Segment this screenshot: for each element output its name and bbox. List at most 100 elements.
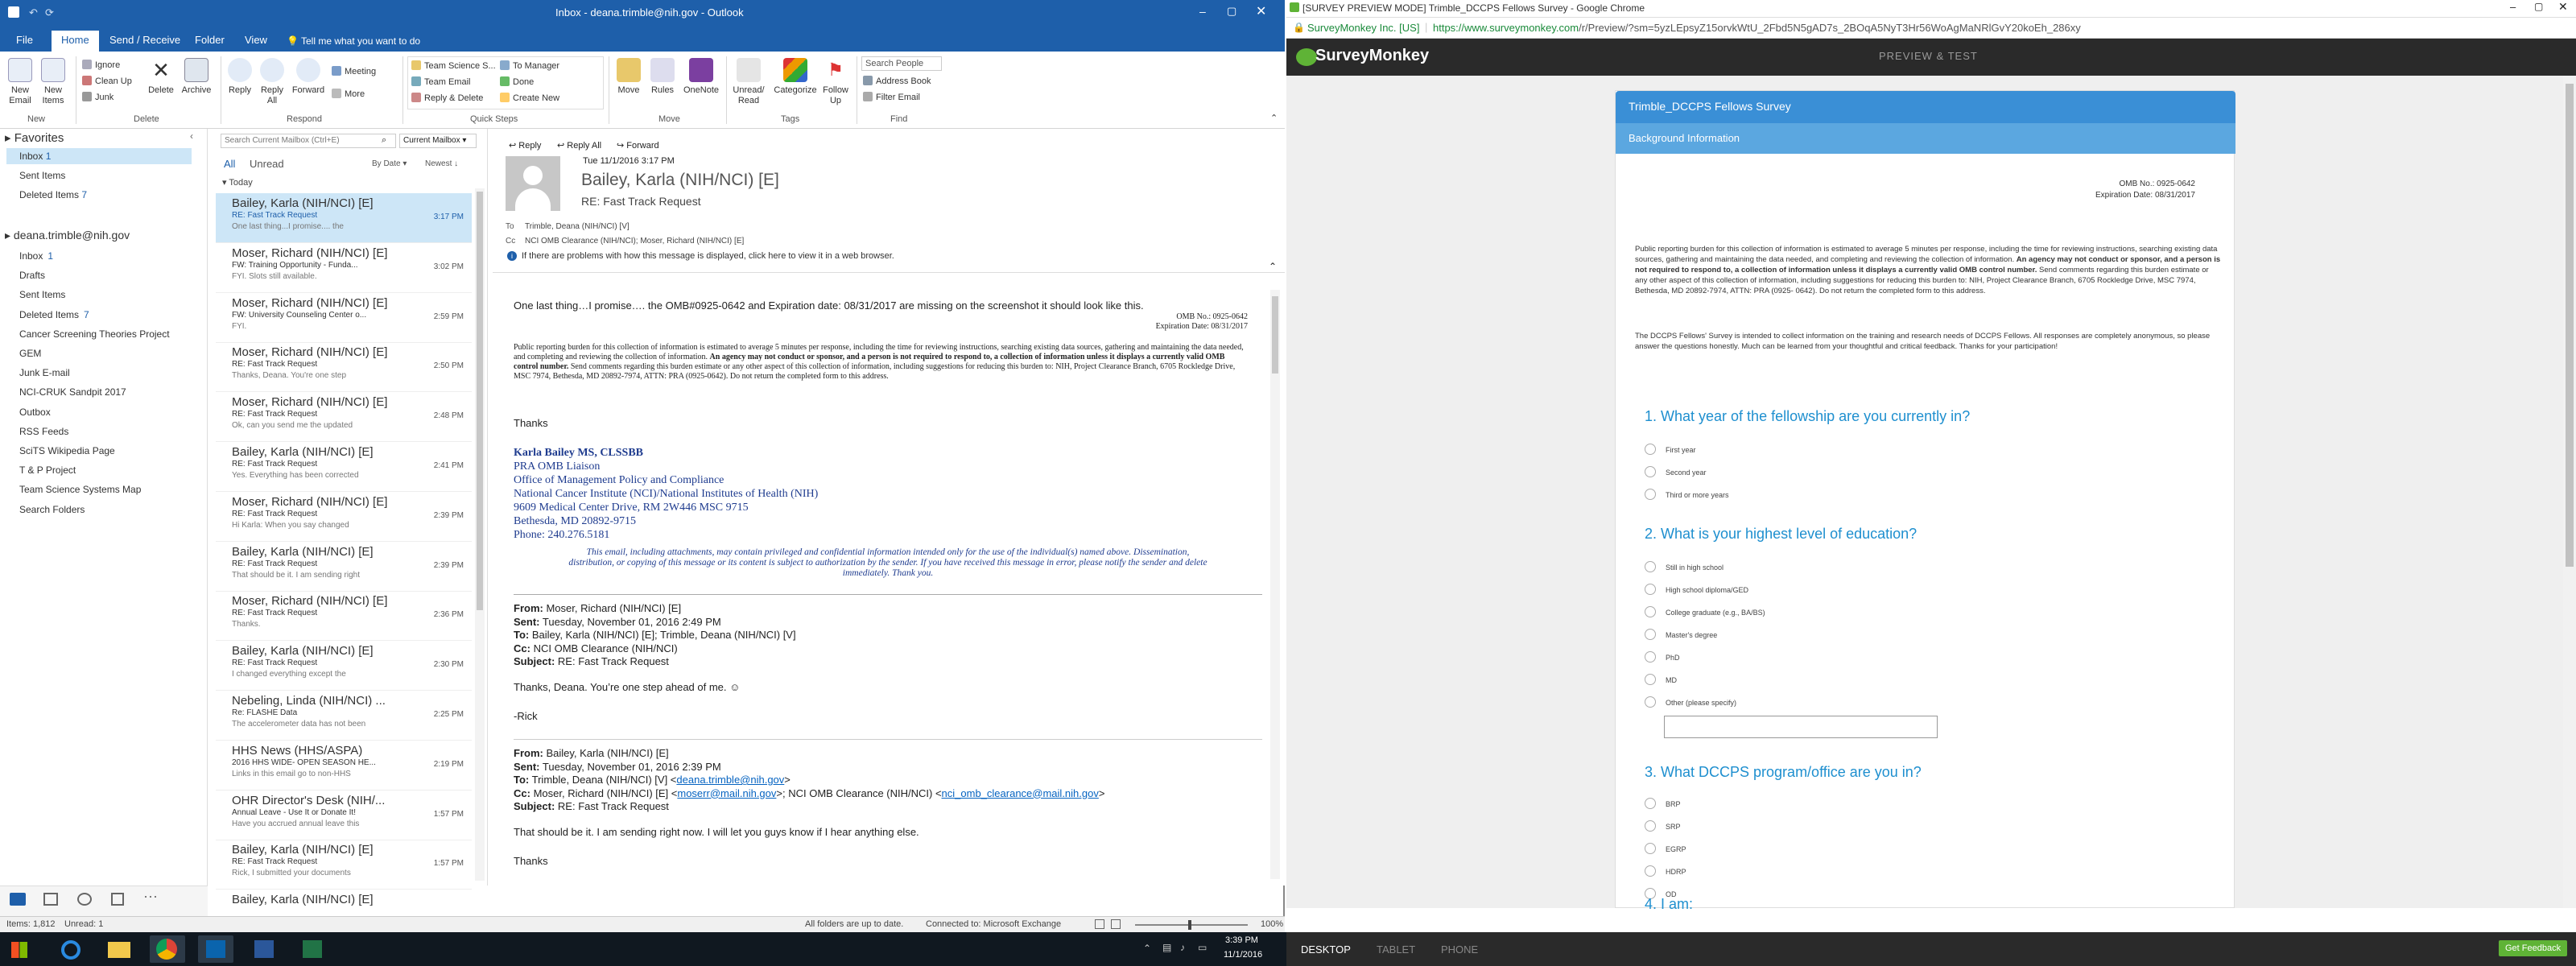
search-people-input[interactable]: Search People bbox=[861, 56, 942, 71]
clean-up-button[interactable]: Clean Up bbox=[82, 74, 132, 89]
tasks-icon[interactable] bbox=[111, 893, 124, 906]
link-deana-email[interactable]: deana.trimble@nih.gov bbox=[676, 774, 784, 786]
collapse-folder-pane-icon[interactable]: ‹ bbox=[190, 130, 193, 142]
survey-option[interactable]: Master's degree bbox=[1645, 629, 1717, 642]
taskbar-file-explorer-icon[interactable] bbox=[101, 935, 137, 963]
device-phone[interactable]: PHONE bbox=[1441, 943, 1478, 956]
favorite-deleted-items[interactable]: Deleted Items 7 bbox=[19, 187, 87, 203]
message-sender[interactable]: Bailey, Karla (NIH/NCI) [E] bbox=[581, 171, 779, 190]
taskbar-chrome-icon[interactable] bbox=[150, 935, 185, 963]
radio-button-icon[interactable] bbox=[1645, 584, 1656, 595]
message-item[interactable]: Moser, Richard (NIH/NCI) [E] FW: Universi… bbox=[216, 293, 472, 343]
reading-reply-button[interactable]: ↩ Reply bbox=[509, 140, 541, 151]
unread-read-button[interactable]: Unread/ Read bbox=[729, 58, 768, 106]
message-item[interactable]: Bailey, Karla (NIH/NCI) [E] RE: Fast Trac… bbox=[216, 840, 472, 890]
collapse-ribbon-icon[interactable]: ⌃ bbox=[1270, 113, 1278, 123]
more-respond-button[interactable]: More bbox=[332, 87, 365, 101]
reading-view-icon[interactable] bbox=[1111, 919, 1121, 929]
survey-option[interactable]: First year bbox=[1645, 444, 1696, 456]
message-item[interactable]: Moser, Richard (NIH/NCI) [E] FW: Training… bbox=[216, 243, 472, 293]
folder-item[interactable]: Inbox 1 bbox=[19, 248, 53, 264]
reply-all-button[interactable]: Reply All bbox=[256, 58, 288, 106]
radio-button-icon[interactable] bbox=[1645, 674, 1656, 685]
message-item[interactable]: Moser, Richard (NIH/NCI) [E] RE: Fast Tra… bbox=[216, 342, 472, 393]
message-item[interactable]: HHS News (HHS/ASPA) 2016 HHS WIDE- OPEN S… bbox=[216, 741, 472, 791]
start-icon[interactable] bbox=[11, 942, 27, 958]
radio-button-icon[interactable] bbox=[1645, 696, 1656, 708]
message-item[interactable]: Bailey, Karla (NIH/NCI) [E] RE: Fast Trac… bbox=[216, 442, 472, 492]
sort-by-dropdown[interactable]: By Date ▾ bbox=[372, 159, 407, 168]
survey-option[interactable]: Second year bbox=[1645, 466, 1707, 479]
folder-item[interactable]: Outbox bbox=[19, 404, 56, 420]
chrome-scrollbar[interactable] bbox=[2563, 76, 2576, 908]
filter-email-button[interactable]: Filter Email bbox=[863, 90, 920, 105]
radio-button-icon[interactable] bbox=[1645, 651, 1656, 663]
quick-step-team-email[interactable]: Team Email bbox=[411, 75, 470, 89]
address-book-button[interactable]: Address Book bbox=[863, 74, 931, 89]
quick-step-reply-delete[interactable]: Reply & Delete bbox=[411, 91, 483, 105]
rules-button[interactable]: Rules bbox=[647, 58, 678, 96]
radio-button-icon[interactable] bbox=[1645, 561, 1656, 572]
clock-date[interactable]: 11/1/2016 bbox=[1224, 950, 1262, 960]
volume-icon[interactable]: ♪ bbox=[1180, 942, 1185, 953]
folder-item[interactable]: GEM bbox=[19, 345, 46, 361]
quick-step-to-manager[interactable]: To Manager bbox=[500, 59, 559, 73]
other-specify-input[interactable] bbox=[1664, 716, 1938, 738]
archive-button[interactable]: Archive bbox=[179, 58, 214, 96]
get-feedback-button[interactable]: Get Feedback bbox=[2499, 940, 2568, 956]
clock-time[interactable]: 3:39 PM bbox=[1225, 935, 1258, 945]
survey-option[interactable]: SRP bbox=[1645, 820, 1681, 833]
tab-send-receive[interactable]: Send / Receive bbox=[100, 31, 190, 52]
folder-item[interactable]: Sent Items bbox=[19, 287, 70, 303]
message-item[interactable]: OHR Director's Desk (NIH/... Annual Leave… bbox=[216, 791, 472, 840]
tab-view[interactable]: View bbox=[235, 31, 277, 52]
reading-forward-button[interactable]: ↪ Forward bbox=[617, 140, 659, 151]
taskbar-excel-icon[interactable] bbox=[295, 935, 330, 963]
tab-file[interactable]: File bbox=[6, 31, 43, 52]
folder-item[interactable]: Cancer Screening Theories Project bbox=[19, 326, 175, 342]
radio-button-icon[interactable] bbox=[1645, 820, 1656, 832]
device-desktop[interactable]: DESKTOP bbox=[1301, 943, 1351, 956]
tell-me-box[interactable]: Tell me what you want to do bbox=[301, 35, 420, 47]
link-moser-email[interactable]: moserr@mail.nih.gov bbox=[677, 787, 776, 799]
favorites-header[interactable]: ▸ Favorites bbox=[5, 130, 64, 147]
radio-button-icon[interactable] bbox=[1645, 629, 1656, 640]
radio-button-icon[interactable] bbox=[1645, 798, 1656, 809]
radio-button-icon[interactable] bbox=[1645, 865, 1656, 877]
survey-option[interactable]: EGRP bbox=[1645, 843, 1686, 856]
survey-option[interactable]: MD bbox=[1645, 674, 1677, 687]
tab-home[interactable]: Home bbox=[52, 31, 99, 52]
survey-option[interactable]: Third or more years bbox=[1645, 489, 1729, 502]
mail-icon[interactable] bbox=[10, 893, 26, 906]
to-recipients[interactable]: Trimble, Deana (NIH/NCI) [V] bbox=[525, 222, 630, 231]
radio-button-icon[interactable] bbox=[1645, 843, 1656, 854]
close-icon[interactable]: ✕ bbox=[1256, 3, 1266, 19]
url-text[interactable]: https://www.surveymonkey.com/r/Preview/?… bbox=[1433, 22, 2560, 34]
folder-item[interactable]: T & P Project bbox=[19, 462, 80, 478]
message-item[interactable]: Moser, Richard (NIH/NCI) [E] RE: Fast Tra… bbox=[216, 492, 472, 542]
undo-icon[interactable]: ↶ bbox=[29, 6, 38, 19]
search-icon[interactable]: ⌕ bbox=[382, 135, 386, 146]
more-apps-icon[interactable]: ··· bbox=[143, 888, 158, 905]
minimize-icon[interactable]: – bbox=[1199, 5, 1206, 18]
folder-item[interactable]: Drafts bbox=[19, 267, 50, 283]
taskbar-outlook-icon[interactable] bbox=[198, 935, 233, 963]
quick-step-done[interactable]: Done bbox=[500, 75, 534, 89]
follow-up-button[interactable]: ⚑ Follow Up bbox=[819, 58, 852, 106]
filter-unread[interactable]: Unread bbox=[250, 158, 284, 170]
zoom-slider[interactable] bbox=[1135, 920, 1248, 930]
collapse-header-icon[interactable]: ⌃ bbox=[1269, 261, 1277, 272]
survey-option[interactable]: High school diploma/GED bbox=[1645, 584, 1748, 597]
network-icon[interactable]: ▤ bbox=[1162, 942, 1171, 953]
folder-item[interactable]: Team Science Systems Map bbox=[19, 481, 146, 497]
message-item[interactable]: Moser, Richard (NIH/NCI) [E] RE: Fast Tra… bbox=[216, 591, 472, 642]
reading-scrollbar[interactable] bbox=[1270, 290, 1280, 879]
message-item[interactable]: Bailey, Karla (NIH/NCI) [E] RE: Fast Trac… bbox=[216, 193, 472, 243]
notification-icon[interactable]: ▭ bbox=[1198, 942, 1207, 953]
sort-order-toggle[interactable]: Newest ↓ bbox=[425, 159, 458, 168]
survey-option[interactable]: HDRP bbox=[1645, 865, 1686, 878]
folder-item[interactable]: RSS Feeds bbox=[19, 423, 73, 440]
categorize-button[interactable]: Categorize bbox=[771, 58, 819, 96]
survey-option[interactable]: College graduate (e.g., BA/BS) bbox=[1645, 606, 1765, 619]
reading-reply-all-button[interactable]: ↩ Reply All bbox=[557, 140, 601, 151]
